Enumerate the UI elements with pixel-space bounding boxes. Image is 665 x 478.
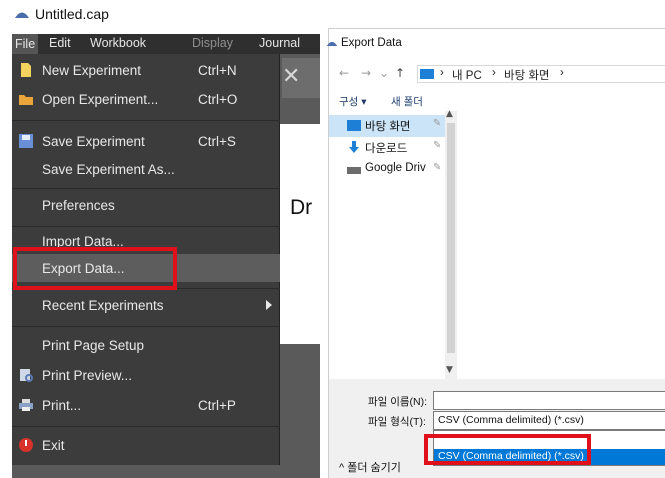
menu-separator	[12, 120, 280, 121]
menu-item-open-experiment[interactable]: Open Experiment... Ctrl+O	[12, 85, 280, 113]
toolbar-strip: ✕	[282, 58, 320, 98]
menu-display[interactable]: Display	[192, 36, 233, 50]
organize-button[interactable]: 구성 ▾	[339, 94, 367, 109]
up-arrow-icon[interactable]: ↑	[395, 66, 405, 80]
nav-pane-scrollbar[interactable]: ▲ ▼	[445, 109, 457, 379]
window-title: Untitled.cap	[35, 6, 109, 22]
canvas-text: Dr	[290, 196, 313, 219]
scroll-down-icon[interactable]: ▼	[446, 365, 453, 375]
menu-item-shortcut: Ctrl+P	[198, 398, 236, 413]
menu-item-label: Print Page Setup	[42, 338, 145, 353]
history-dropdown-icon[interactable]: ⌄	[379, 66, 389, 80]
menu-item-label: Recent Experiments	[42, 298, 164, 313]
drive-icon	[347, 167, 361, 174]
desktop-folder-icon	[347, 120, 361, 131]
menu-item-recent-experiments[interactable]: Recent Experiments	[12, 291, 280, 319]
submenu-arrow-icon	[266, 300, 272, 310]
menu-item-label: Save Experiment As...	[42, 162, 175, 177]
menu-item-preferences[interactable]: Preferences	[12, 191, 280, 219]
menu-item-print-preview[interactable]: Print Preview...	[12, 361, 280, 389]
address-bar-row: ← → ⌄ ↑ › 내 PC › 바탕 화면 ›	[329, 63, 665, 85]
menu-separator	[12, 426, 280, 427]
filename-input[interactable]	[433, 391, 665, 410]
app-logo-icon	[326, 41, 338, 46]
menu-file[interactable]: File	[12, 34, 39, 54]
menu-item-print[interactable]: Print... Ctrl+P	[12, 391, 280, 419]
menu-item-label: Exit	[42, 438, 65, 453]
breadcrumb-separator: ›	[560, 67, 564, 79]
export-data-dialog: Export Data ← → ⌄ ↑ › 내 PC › 바탕 화면 › 구성 …	[326, 28, 665, 478]
back-arrow-icon[interactable]: ←	[339, 66, 349, 80]
menu-item-exit[interactable]: Exit	[12, 431, 280, 459]
dialog-toolbar: 구성 ▾ 새 폴더	[329, 91, 665, 111]
printer-icon	[19, 399, 33, 411]
scrollbar-thumb[interactable]	[447, 123, 455, 353]
navigation-pane: 바탕 화면 ✎ 다운로드 ✎ Google Driv ✎ ▲ ▼	[329, 109, 457, 379]
scroll-up-icon[interactable]: ▲	[446, 109, 453, 119]
print-preview-icon	[20, 369, 33, 382]
folder-icon	[420, 69, 434, 79]
highlight-box-csv-option	[424, 434, 591, 465]
filename-label: 파일 이름(N):	[368, 396, 428, 408]
nav-item-label: 다운로드	[365, 143, 408, 155]
exit-icon	[19, 438, 33, 452]
pin-icon: ✎	[433, 162, 442, 173]
breadcrumb-desktop[interactable]: 바탕 화면	[504, 67, 550, 83]
breadcrumb-separator: ›	[492, 67, 496, 79]
address-bar[interactable]: › 내 PC › 바탕 화면 ›	[417, 65, 665, 83]
menu-item-label: Print Preview...	[42, 368, 133, 383]
menu-edit[interactable]: Edit	[49, 36, 71, 50]
nav-item-google-drive[interactable]: Google Driv ✎	[329, 159, 451, 181]
save-icon	[19, 134, 33, 148]
menu-item-shortcut: Ctrl+S	[198, 134, 236, 149]
nav-item-desktop[interactable]: 바탕 화면 ✎	[329, 115, 451, 137]
tool-icon[interactable]: ✕	[282, 64, 300, 89]
dialog-title: Export Data	[341, 37, 402, 49]
menu-workbook[interactable]: Workbook	[90, 36, 146, 50]
forward-arrow-icon[interactable]: →	[361, 66, 371, 80]
menu-bar: File Edit Workbook Display Journal	[12, 34, 320, 54]
nav-item-label: 바탕 화면	[365, 121, 411, 133]
filetype-select[interactable]: CSV (Comma delimited) (*.csv)	[433, 411, 665, 430]
menu-separator	[12, 326, 280, 327]
breadcrumb-separator: ›	[440, 67, 444, 79]
new-folder-button[interactable]: 새 폴더	[391, 94, 423, 109]
menu-item-new-experiment[interactable]: New Experiment Ctrl+N	[12, 56, 280, 84]
menu-item-save-experiment[interactable]: Save Experiment Ctrl+S	[12, 127, 280, 155]
menu-item-save-experiment-as[interactable]: Save Experiment As...	[12, 155, 280, 183]
menu-item-label: Preferences	[42, 198, 115, 213]
menu-item-label: New Experiment	[42, 63, 142, 78]
menu-item-label: Save Experiment	[42, 134, 145, 149]
nav-item-downloads[interactable]: 다운로드 ✎	[329, 137, 451, 159]
pin-icon: ✎	[433, 118, 442, 129]
new-document-icon	[21, 63, 31, 77]
nav-item-label: Google Driv	[365, 162, 426, 174]
menu-item-shortcut: Ctrl+N	[198, 63, 237, 78]
download-arrow-icon	[349, 141, 359, 153]
hide-folders-button[interactable]: ^ 폴더 숨기기	[339, 459, 401, 475]
menu-item-label: Print...	[42, 398, 82, 413]
pin-icon: ✎	[433, 140, 442, 151]
menu-item-label: Open Experiment...	[42, 92, 159, 107]
app-logo-icon	[15, 12, 29, 18]
app-title-bar: Untitled.cap	[0, 0, 320, 32]
menu-journal[interactable]: Journal	[259, 36, 300, 50]
highlight-box-export-data	[13, 247, 177, 290]
folder-open-icon	[19, 95, 33, 105]
filetype-label: 파일 형식(T):	[368, 416, 426, 428]
menu-separator	[12, 188, 280, 189]
menu-item-print-page-setup[interactable]: Print Page Setup	[12, 331, 280, 359]
menu-item-shortcut: Ctrl+O	[198, 92, 238, 107]
breadcrumb-this-pc[interactable]: 내 PC	[452, 67, 482, 83]
